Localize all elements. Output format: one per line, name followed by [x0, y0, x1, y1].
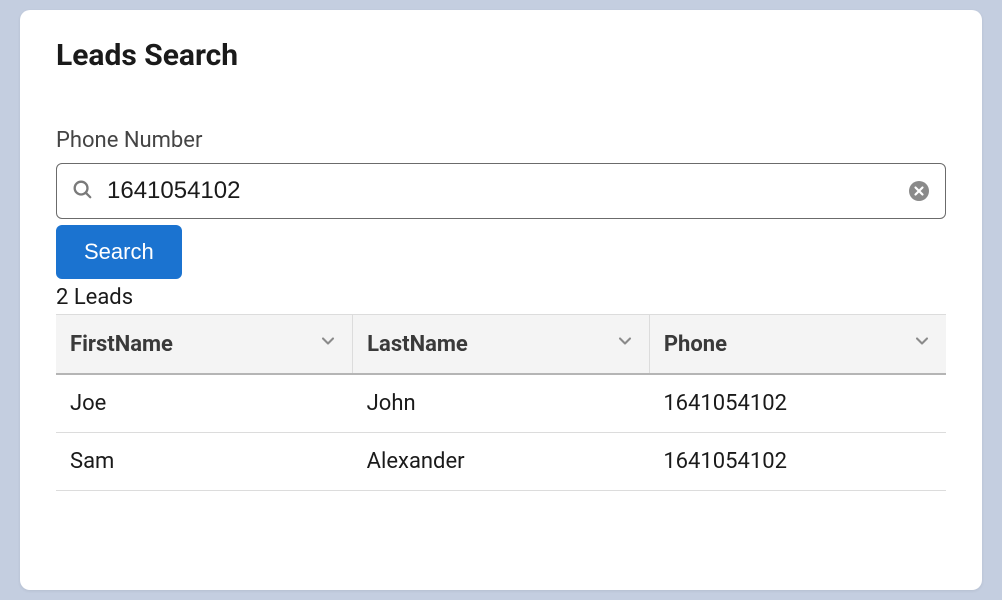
column-header-lastname: LastName: [353, 315, 650, 375]
leads-search-card: Leads Search Phone Number Search 2 Leads: [20, 10, 982, 590]
results-count: 2 Leads: [56, 285, 946, 310]
table-row: Sam Alexander 1641054102: [56, 433, 946, 491]
column-header-lastname-label: LastName: [367, 332, 468, 357]
phone-number-input[interactable]: [107, 164, 907, 218]
cell-lastname: Alexander: [353, 433, 650, 491]
cell-lastname: John: [353, 374, 650, 433]
chevron-down-icon[interactable]: [912, 331, 932, 357]
column-header-phone: Phone: [649, 315, 946, 375]
column-header-firstname-label: FirstName: [70, 332, 173, 357]
column-header-firstname: FirstName: [56, 315, 353, 375]
cell-phone: 1641054102: [649, 433, 946, 491]
page-title: Leads Search: [56, 38, 946, 73]
phone-number-label: Phone Number: [56, 128, 946, 153]
chevron-down-icon[interactable]: [318, 331, 338, 357]
cell-firstname: Joe: [56, 374, 353, 433]
phone-input-wrapper: [56, 163, 946, 219]
search-button[interactable]: Search: [56, 225, 182, 279]
column-header-phone-label: Phone: [664, 332, 727, 357]
table-header-row: FirstName LastName: [56, 315, 946, 375]
clear-icon[interactable]: [907, 179, 931, 203]
table-row: Joe John 1641054102: [56, 374, 946, 433]
cell-firstname: Sam: [56, 433, 353, 491]
chevron-down-icon[interactable]: [615, 331, 635, 357]
search-icon: [71, 178, 93, 204]
cell-phone: 1641054102: [649, 374, 946, 433]
results-table: FirstName LastName: [56, 314, 946, 491]
